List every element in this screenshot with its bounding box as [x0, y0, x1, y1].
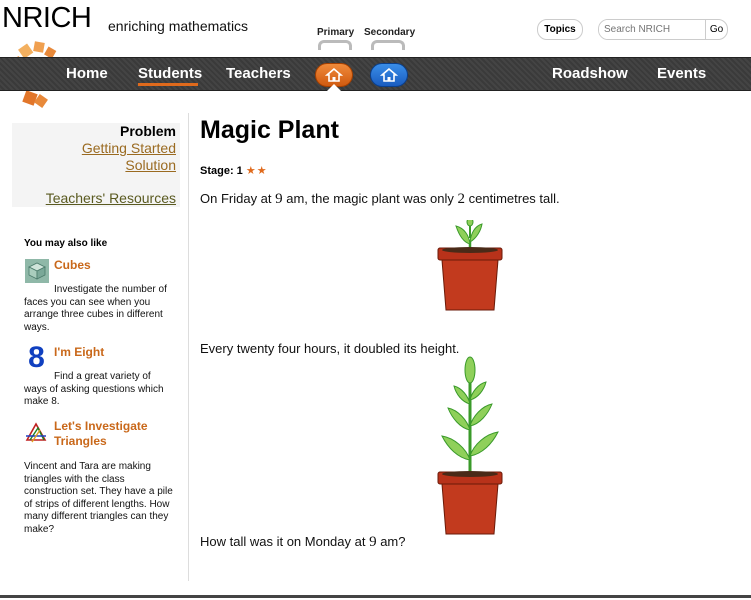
site-logo-text[interactable]: NRICH: [2, 2, 92, 35]
topics-button[interactable]: Topics: [537, 19, 583, 40]
nav-home[interactable]: Home: [66, 65, 108, 82]
tab-primary[interactable]: Primary: [317, 27, 354, 38]
main-navbar: Home Students Teachers Roadshow Events: [0, 57, 751, 91]
problem-nav: Problem Getting Started Solution: [82, 123, 176, 174]
tab-secondary[interactable]: Secondary: [364, 27, 415, 38]
related-triangles-description: Vincent and Tara are making triangles wi…: [24, 461, 173, 535]
nav-active-indicator: [138, 83, 198, 86]
related-cubes-description: Investigate the number of faces you can …: [24, 284, 167, 333]
column-divider: [188, 113, 189, 581]
getting-started-link[interactable]: Getting Started: [82, 140, 176, 157]
search-input[interactable]: [599, 20, 705, 39]
nav-roadshow[interactable]: Roadshow: [552, 65, 628, 82]
also-like-heading: You may also like: [24, 238, 108, 249]
page-title: Magic Plant: [200, 116, 339, 144]
solution-link[interactable]: Solution: [82, 157, 176, 174]
nav-students[interactable]: Students: [138, 65, 202, 82]
intro-paragraph: On Friday at 9 am, the magic plant was o…: [200, 191, 560, 207]
tab-primary-arc: [318, 40, 352, 50]
related-eight-description: Find a great variety of ways of asking q…: [24, 371, 164, 407]
tab-caret: [327, 84, 341, 91]
tall-plant-image: [437, 356, 503, 535]
doubling-paragraph: Every twenty four hours, it doubled its …: [200, 341, 460, 356]
home-icon: [325, 67, 343, 82]
teachers-resources-link[interactable]: Teachers' Resources: [46, 190, 176, 206]
nav-events[interactable]: Events: [657, 65, 706, 82]
eight-icon[interactable]: 8: [24, 343, 49, 373]
small-plant-image: [437, 220, 503, 311]
cubes-icon[interactable]: [24, 258, 49, 283]
related-eight-title[interactable]: I'm Eight: [54, 345, 174, 360]
stage-stars: ★★: [245, 165, 268, 177]
problem-link[interactable]: Problem: [82, 123, 176, 140]
home-icon: [380, 67, 398, 82]
search-box: Go: [598, 19, 728, 40]
footer-line: [0, 595, 751, 598]
related-cubes-title[interactable]: Cubes: [54, 258, 174, 273]
secondary-home-button[interactable]: [370, 63, 408, 87]
tab-secondary-arc: [371, 40, 405, 50]
site-tagline: enriching mathematics: [108, 18, 249, 34]
question-paragraph: How tall was it on Monday at 9 am?: [200, 534, 406, 550]
stage-label: Stage: 1 ★★: [200, 165, 268, 177]
nav-teachers[interactable]: Teachers: [226, 65, 291, 82]
triangles-icon[interactable]: [24, 420, 49, 445]
search-go-button[interactable]: Go: [705, 20, 727, 39]
related-triangles-title[interactable]: Let's Investigate Triangles: [54, 419, 174, 449]
